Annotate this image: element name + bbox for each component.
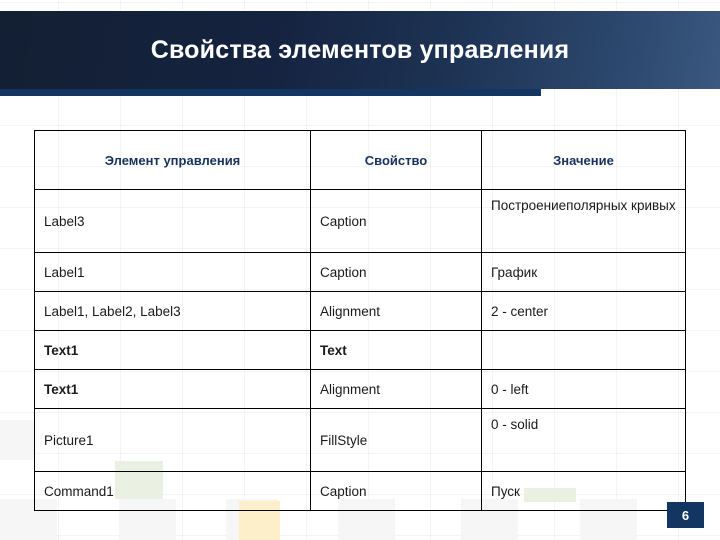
cell-control: Label1, Label2, Label3 [34,291,311,331]
cell-control: Label3 [34,189,311,253]
column-header-control: Элемент управления [34,130,311,190]
cell-control: Command1 [34,471,311,511]
cell-value: 0 - solid [481,408,686,472]
cell-value: Построениеполярных кривых [481,189,686,253]
table-row: Command1 Caption Пуск [34,471,686,511]
cell-value-text: Построениеполярных кривых [491,198,676,213]
cell-value-text: 0 - solid [491,417,539,432]
page-number-badge: 6 [667,502,704,528]
cell-value: Пуск [481,471,686,511]
cell-value: 0 - left [481,369,686,409]
slide-canvas: Свойства элементов управления Элемент уп… [0,0,720,540]
column-header-value: Значение [481,130,686,190]
background-tint-cell [0,420,34,460]
table-row: Label1, Label2, Label3 Alignment 2 - cen… [34,291,686,331]
cell-control: Picture1 [34,408,311,472]
cell-property: Caption [310,189,482,253]
table-row: Text1 Alignment 0 - left [34,369,686,409]
cell-control: Text1 [34,330,311,370]
title-underline-bar [0,89,541,96]
table-row: Text1 Text [34,330,686,370]
cell-property: Text [310,330,482,370]
title-band: Свойства элементов управления [0,11,720,89]
cell-property: Alignment [310,291,482,331]
table-row: Label1 Caption График [34,252,686,292]
table-header-row: Элемент управления Свойство Значение [34,130,686,190]
column-header-property: Свойство [310,130,482,190]
cell-value [481,330,686,370]
control-properties-table: Элемент управления Свойство Значение Lab… [34,130,686,511]
cell-property: FillStyle [310,408,482,472]
cell-property: Caption [310,252,482,292]
cell-value: 2 - center [481,291,686,331]
table-row: Label3 Caption Построениеполярных кривых [34,189,686,253]
page-title: Свойства элементов управления [150,35,570,64]
cell-control: Label1 [34,252,311,292]
cell-property: Alignment [310,369,482,409]
cell-value: График [481,252,686,292]
table-row: Picture1 FillStyle 0 - solid [34,408,686,472]
cell-control: Text1 [34,369,311,409]
cell-property: Caption [310,471,482,511]
